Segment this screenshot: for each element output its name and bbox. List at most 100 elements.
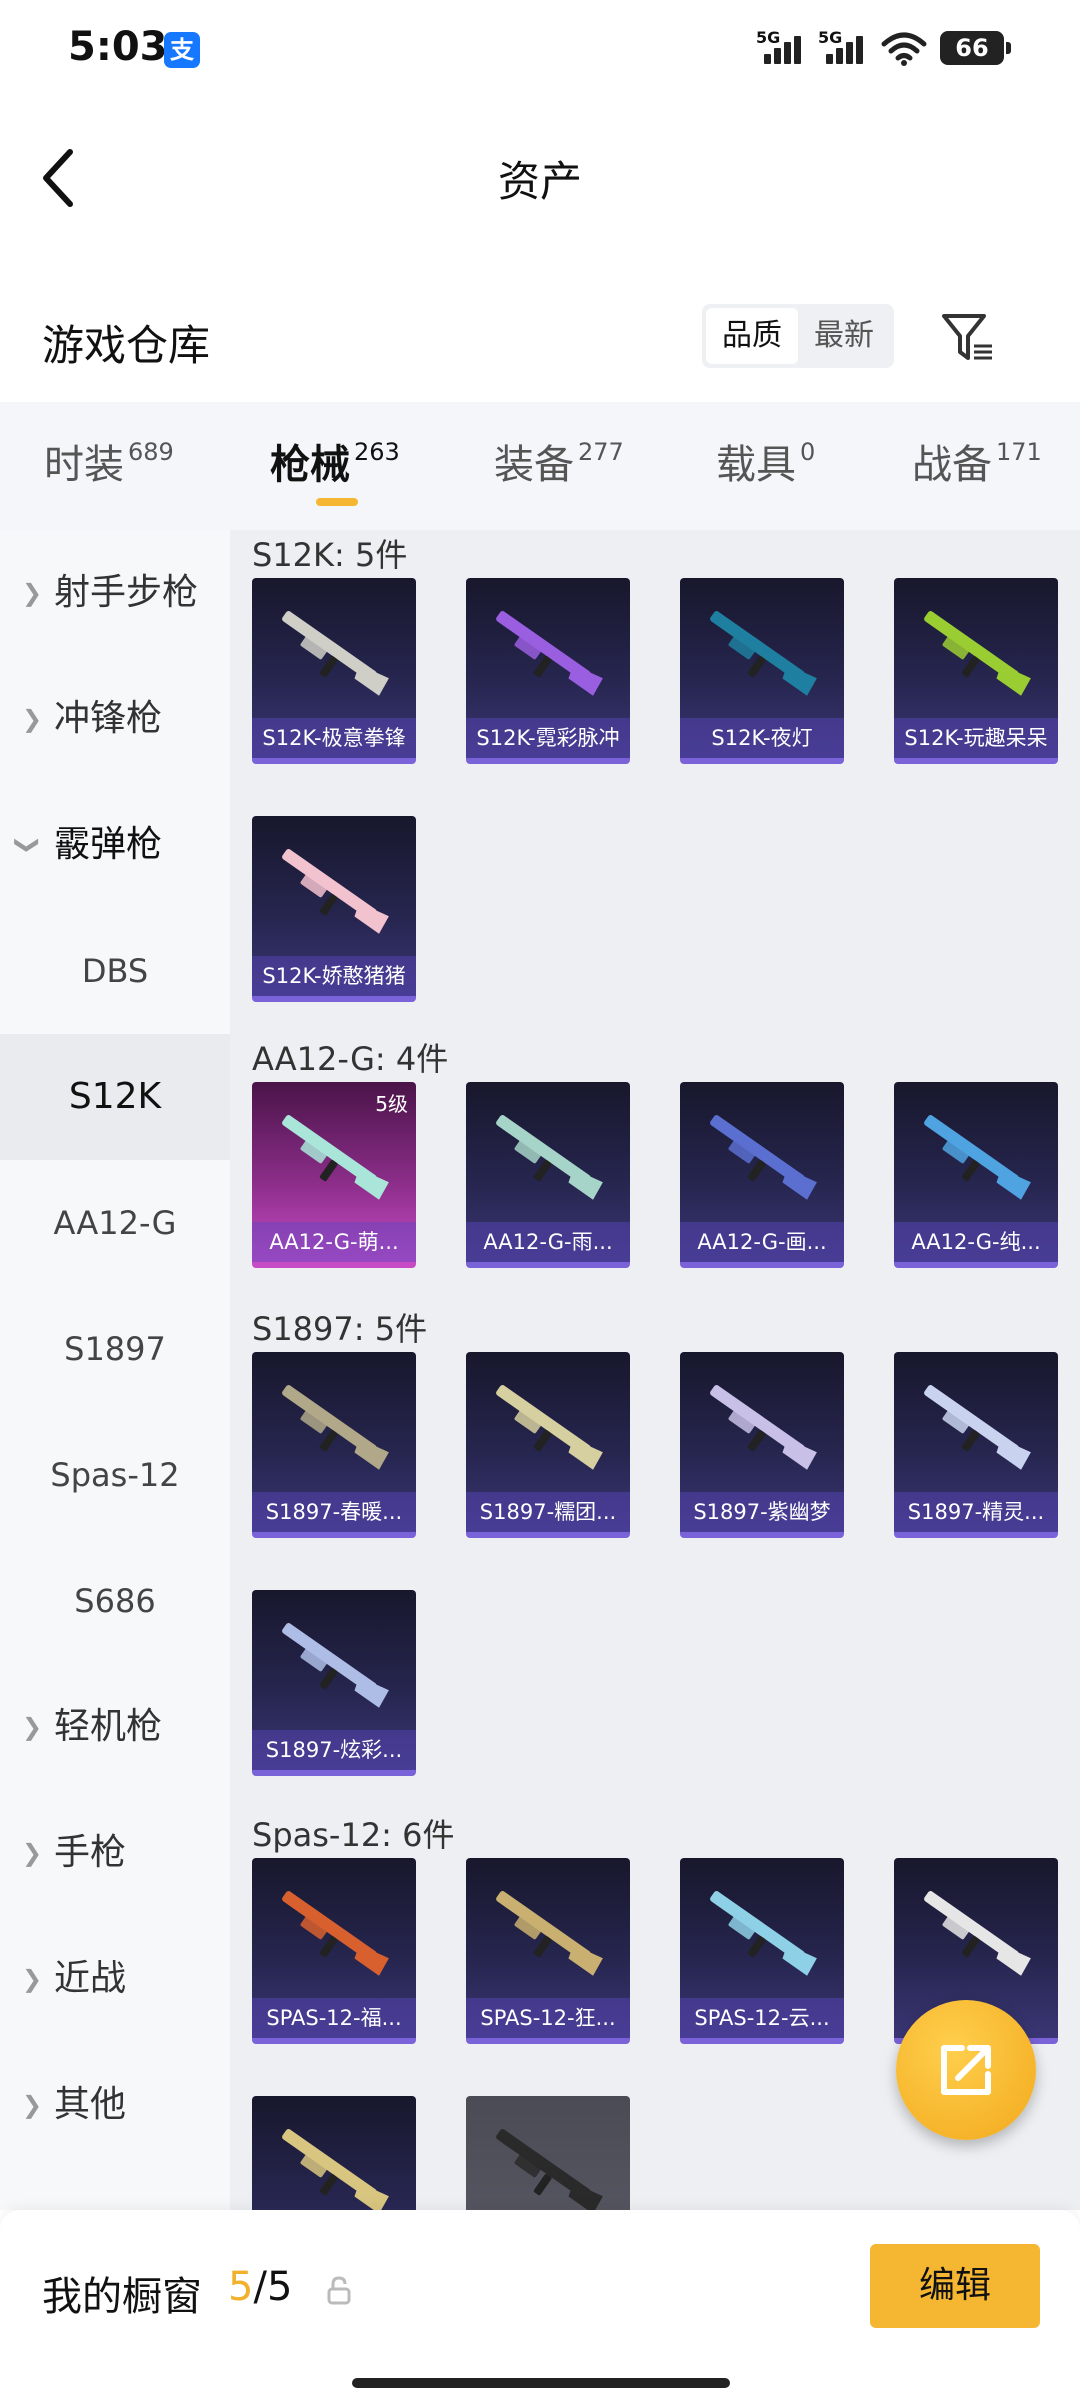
shotgun-icon (710, 1891, 817, 1976)
home-indicator[interactable] (352, 2378, 730, 2388)
tab-firearms[interactable]: 枪械 263 (270, 432, 400, 490)
sidebar-item-pistol[interactable]: ❯ 手枪 (0, 1790, 230, 1916)
sort-toggle: 品质 最新 (702, 304, 894, 368)
tab-fashion[interactable]: 时装 689 (44, 432, 174, 490)
sidebar-item-label: 手枪 (54, 1832, 127, 1873)
share-button[interactable] (896, 2000, 1036, 2140)
battery-icon: 66 (940, 31, 1011, 65)
weapon-skin-name: SPAS-12-云... (680, 1998, 844, 2038)
edit-button[interactable]: 编辑 (870, 2244, 1040, 2328)
tab-label: 时装 (44, 442, 124, 488)
sidebar-item-smg[interactable]: ❯ 冲锋枪 (0, 656, 230, 782)
weapon-skin-name: SPAS-12-福... (252, 1998, 416, 2038)
shotgun-icon (282, 611, 389, 696)
weapon-skin-name: S12K-娇憨猪猪 (252, 956, 416, 996)
sidebar-item-spas12[interactable]: Spas-12 (0, 1412, 230, 1538)
sidebar-item-label: 霰弹枪 (54, 824, 163, 865)
weapon-skin-card[interactable]: S1897-炫彩... (252, 1590, 416, 1776)
showcase-separator: / (253, 2264, 267, 2310)
network-type-label: 5G (756, 28, 781, 47)
weapon-skin-name: S12K-霓彩脉冲 (466, 718, 630, 758)
sidebar-item-lmg[interactable]: ❯ 轻机枪 (0, 1664, 230, 1790)
weapon-skin-card[interactable]: S12K-夜灯 (680, 578, 844, 764)
sidebar-item-aa12g[interactable]: AA12-G (0, 1160, 230, 1286)
network-type-label: 5G (818, 28, 843, 47)
tab-equipment[interactable]: 装备 277 (494, 432, 624, 490)
weapon-skin-name: SPAS-12-狂... (466, 1998, 630, 2038)
sidebar-item-other[interactable]: ❯ 其他 (0, 2042, 230, 2168)
sidebar-item-label: 轻机枪 (54, 1706, 163, 1747)
weapon-skin-card[interactable]: S12K-霓彩脉冲 (466, 578, 630, 764)
weapon-skin-card[interactable] (252, 2096, 416, 2210)
chevron-right-icon: ❯ (22, 1965, 43, 1993)
weapon-skin-name: S1897-精灵... (894, 1492, 1058, 1532)
shotgun-icon (496, 2129, 603, 2210)
status-time: 5:03 (68, 24, 168, 70)
external-link-icon (941, 2045, 991, 2095)
shotgun-icon (710, 611, 817, 696)
weapon-skin-name: S1897-糯团... (466, 1492, 630, 1532)
weapon-skin-card[interactable]: AA12-G-纯... (894, 1082, 1058, 1268)
weapon-skin-name: AA12-G-雨... (466, 1222, 630, 1262)
weapon-skin-card[interactable]: SPAS-12-福... (252, 1858, 416, 2044)
weapon-type-sidebar: ❯ 射手步枪 ❯ 冲锋枪 ❯ 霰弹枪 DBS S12K AA12-G S1897… (0, 530, 230, 2210)
weapon-skin-card[interactable]: S12K-极意拳锋 (252, 578, 416, 764)
lock-icon (327, 2276, 351, 2305)
weapon-skin-card[interactable]: S12K-娇憨猪猪 (252, 816, 416, 1002)
weapon-skin-grid: S12K: 5件 S12K-极意拳锋 S12K-霓彩脉冲 S12K-夜灯 S12K-玩趣… (230, 530, 1080, 2210)
weapon-skin-card[interactable]: SPAS-12-狂... (466, 1858, 630, 2044)
sidebar-item-melee[interactable]: ❯ 近战 (0, 1916, 230, 2042)
showcase-label: 我的橱窗 (42, 2274, 202, 2320)
weapon-skin-card[interactable]: AA12-G-雨... (466, 1082, 630, 1268)
sort-by-quality-button[interactable]: 品质 (706, 308, 798, 364)
active-tab-indicator (316, 498, 358, 506)
showcase-count: 5/5 (228, 2264, 292, 2310)
tab-count: 689 (128, 438, 174, 466)
tab-label: 装备 (494, 442, 574, 488)
sidebar-item-s1897[interactable]: S1897 (0, 1286, 230, 1412)
section-title: Spas-12: 6件 (252, 1816, 455, 1854)
weapon-skin-card[interactable]: AA12-G-画... (680, 1082, 844, 1268)
chevron-right-icon: ❯ (22, 705, 43, 733)
weapon-skin-name: AA12-G-纯... (894, 1222, 1058, 1262)
shotgun-icon (924, 611, 1031, 696)
section-title: S12K: 5件 (252, 536, 408, 574)
weapon-skin-card[interactable]: S1897-糯团... (466, 1352, 630, 1538)
sidebar-item-shotgun[interactable]: ❯ 霰弹枪 (0, 782, 230, 908)
sidebar-item-s12k[interactable]: S12K (0, 1034, 230, 1160)
shotgun-icon (282, 1385, 389, 1470)
sidebar-item-s686[interactable]: S686 (0, 1538, 230, 1664)
weapon-skin-card[interactable]: 5级 AA12-G-萌... (252, 1082, 416, 1268)
page-title: 资产 (497, 157, 582, 206)
weapon-skin-name: S1897-紫幽梦 (680, 1492, 844, 1532)
sidebar-item-marksman-rifle[interactable]: ❯ 射手步枪 (0, 530, 230, 656)
showcase-current: 5 (228, 2264, 254, 2310)
shotgun-icon (496, 1115, 603, 1200)
weapon-skin-card[interactable]: S1897-精灵... (894, 1352, 1058, 1538)
weapon-skin-name: S12K-玩趣呆呆 (894, 718, 1058, 758)
weapon-skin-card[interactable]: S1897-紫幽梦 (680, 1352, 844, 1538)
sidebar-item-dbs[interactable]: DBS (0, 908, 230, 1034)
weapon-skin-name: S12K-夜灯 (680, 718, 844, 758)
status-bar: 5:03 支 5G 5G 66 (0, 0, 1080, 100)
shotgun-icon (924, 1385, 1031, 1470)
weapon-skin-card[interactable]: S1897-春暖... (252, 1352, 416, 1538)
weapon-skin-name: AA12-G-画... (680, 1222, 844, 1262)
weapon-skin-card[interactable]: SPAS-12-云... (680, 1858, 844, 2044)
category-tabs: 时装 689 枪械 263 装备 277 载具 0 战备 171 (0, 402, 1080, 530)
shotgun-icon (924, 1891, 1031, 1976)
sort-by-newest-button[interactable]: 最新 (798, 308, 890, 364)
tab-label: 载具 (716, 442, 796, 488)
tab-supplies[interactable]: 战备 171 (912, 432, 1042, 490)
shotgun-icon (282, 1623, 389, 1708)
warehouse-title: 游戏仓库 (42, 321, 211, 370)
wifi-icon (881, 32, 927, 66)
chevron-right-icon: ❯ (22, 579, 43, 607)
sidebar-item-label: 冲锋枪 (54, 698, 163, 739)
tab-vehicles[interactable]: 载具 0 (716, 432, 815, 490)
weapon-skin-name: S1897-春暖... (252, 1492, 416, 1532)
weapon-skin-card[interactable] (466, 2096, 630, 2210)
filter-icon[interactable] (940, 310, 996, 366)
section-title: AA12-G: 4件 (252, 1040, 449, 1078)
weapon-skin-card[interactable]: S12K-玩趣呆呆 (894, 578, 1058, 764)
